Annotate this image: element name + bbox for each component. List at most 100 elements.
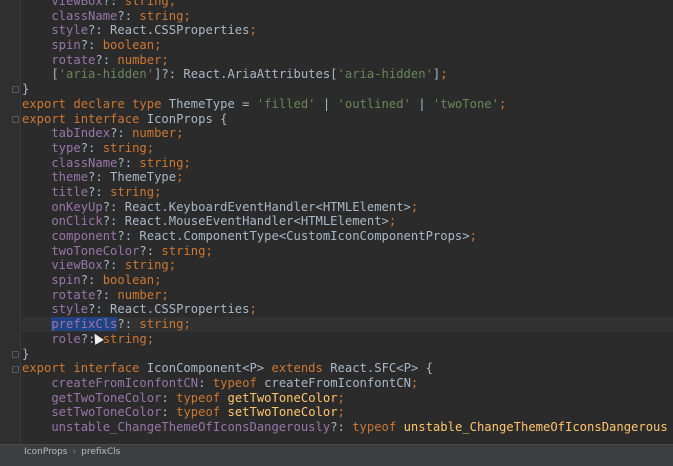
code-token: 'aria-hidden' xyxy=(337,67,433,82)
code-token: ; xyxy=(183,155,191,170)
code-token: component xyxy=(22,229,118,243)
code-line[interactable]: style?: React.CSSProperties; xyxy=(22,23,673,38)
code-token: export interface xyxy=(22,361,147,376)
code-line[interactable]: twoToneColor?: string; xyxy=(22,244,673,259)
code-token: ; xyxy=(469,229,477,243)
code-token: number xyxy=(132,126,177,141)
code-token: rotate xyxy=(22,52,96,67)
code-token: createFromIconfontCN xyxy=(264,375,411,390)
code-token: ?: React.CSSProperties xyxy=(88,23,250,38)
code-token: [ xyxy=(22,67,59,82)
code-line[interactable]: rotate?: number; xyxy=(22,53,673,68)
code-token: React.SFC<P> { xyxy=(330,361,433,376)
code-token: string xyxy=(110,184,155,199)
breadcrumb: IconProps › prefixCls xyxy=(0,444,673,460)
code-token: ; xyxy=(183,8,191,23)
code-token: ?: xyxy=(117,317,140,332)
code-line[interactable]: title?: string; xyxy=(22,185,673,200)
code-token: ; xyxy=(146,331,155,346)
code-token: rotate xyxy=(22,287,96,302)
code-line[interactable]: component?: React.ComponentType<CustomIc… xyxy=(22,229,673,244)
code-token: : xyxy=(161,390,177,405)
breadcrumb-separator: › xyxy=(72,447,77,457)
code-token: 'twoTone' xyxy=(432,96,499,111)
code-line[interactable]: theme?: ThemeType; xyxy=(22,170,673,185)
code-line[interactable]: className?: string; xyxy=(22,9,673,24)
code-token: ?: ThemeType xyxy=(88,170,177,185)
code-token: } xyxy=(22,82,30,97)
code-token: ; xyxy=(249,23,257,38)
code-line[interactable]: style?: React.CSSProperties; xyxy=(22,302,673,317)
code-line[interactable]: viewBox?: string; xyxy=(22,258,673,273)
code-token: ThemeType = xyxy=(168,96,257,111)
code-line[interactable]: } xyxy=(22,82,673,97)
code-token: ; xyxy=(337,390,345,405)
code-token: ; xyxy=(410,375,419,390)
code-line[interactable]: getTwoToneColor: typeof getTwoToneColor; xyxy=(22,391,673,406)
code-line[interactable]: export interface IconComponent<P> extend… xyxy=(22,361,673,376)
code-token: } xyxy=(22,346,30,361)
code-line[interactable]: spin?: boolean; xyxy=(22,38,673,53)
code-token: typeof xyxy=(176,405,228,420)
code-token: ; xyxy=(161,52,169,67)
code-line[interactable]: export interface IconProps { xyxy=(22,112,673,127)
code-token: style xyxy=(22,302,89,317)
code-token: ?: React.MouseEventHandler<HTMLElement> xyxy=(102,214,389,229)
breadcrumb-item-prefixcls[interactable]: prefixCls xyxy=(81,445,120,460)
code-token: typeof xyxy=(212,375,265,390)
code-token: ]?: React.AriaAttributes[ xyxy=(154,67,338,82)
code-token: getTwoToneColor xyxy=(227,390,338,405)
code-token: : xyxy=(161,405,177,420)
code-token: boolean xyxy=(102,38,155,53)
code-token: number xyxy=(117,287,162,302)
code-token: role xyxy=(22,331,81,346)
code-line[interactable]: setTwoToneColor: typeof setTwoToneColor; xyxy=(22,405,673,420)
code-line[interactable]: tabIndex?: number; xyxy=(22,126,673,141)
code-line[interactable]: spin?: boolean; xyxy=(22,273,673,288)
code-line[interactable]: className?: string; xyxy=(22,156,673,171)
selected-token: prefixCls xyxy=(51,317,118,332)
code-token: ; xyxy=(249,302,257,317)
code-token: ; xyxy=(154,184,162,199)
code-line[interactable]: } xyxy=(22,347,673,362)
code-token: string xyxy=(102,331,147,346)
code-line[interactable]: role?: string; xyxy=(22,332,673,347)
code-editor[interactable]: viewBox?: string; className?: string; st… xyxy=(0,0,673,444)
code-token: type xyxy=(22,140,81,155)
code-token: ; xyxy=(176,126,184,141)
code-token: title xyxy=(22,184,89,199)
code-token: export interface xyxy=(22,111,147,126)
code-line[interactable]: prefixCls?: string; xyxy=(22,317,673,332)
code-line[interactable]: export declare type ThemeType = 'filled'… xyxy=(22,97,673,112)
code-token: ; xyxy=(168,0,177,8)
code-token: string xyxy=(139,317,184,332)
code-token: onKeyUp xyxy=(22,199,103,214)
code-token: number xyxy=(117,52,162,67)
code-token: ; xyxy=(440,67,448,82)
code-token: ?: xyxy=(80,140,103,155)
code-lines[interactable]: viewBox?: string; className?: string; st… xyxy=(22,0,673,435)
fold-end-icon[interactable] xyxy=(12,350,19,358)
code-token: setTwoToneColor xyxy=(227,405,338,420)
code-token: ?: xyxy=(117,8,140,23)
breadcrumb-item-iconprops[interactable]: IconProps xyxy=(24,445,68,460)
code-token: style xyxy=(22,23,89,38)
code-token: viewBox xyxy=(22,258,103,273)
code-line[interactable]: onKeyUp?: React.KeyboardEventHandler<HTM… xyxy=(22,200,673,215)
fold-start-icon[interactable] xyxy=(12,115,19,123)
code-token: className xyxy=(22,8,118,23)
fold-end-icon[interactable] xyxy=(12,86,19,94)
code-line[interactable]: ['aria-hidden']?: React.AriaAttributes['… xyxy=(22,67,673,82)
code-token: IconProps { xyxy=(146,111,228,126)
code-line[interactable]: onClick?: React.MouseEventHandler<HTMLEl… xyxy=(22,214,673,229)
fold-start-icon[interactable] xyxy=(12,365,19,373)
code-line[interactable]: rotate?: number; xyxy=(22,288,673,303)
code-token: 'outlined' xyxy=(337,96,411,111)
code-token: viewBox xyxy=(22,0,103,8)
code-token: ; xyxy=(154,38,162,53)
code-line[interactable]: unstable_ChangeThemeOfIconsDangerously?:… xyxy=(22,420,673,435)
code-line[interactable]: createFromIconfontCN: typeof createFromI… xyxy=(22,376,673,391)
code-line[interactable]: viewBox?: string; xyxy=(22,0,673,9)
code-line[interactable]: type?: string; xyxy=(22,141,673,156)
